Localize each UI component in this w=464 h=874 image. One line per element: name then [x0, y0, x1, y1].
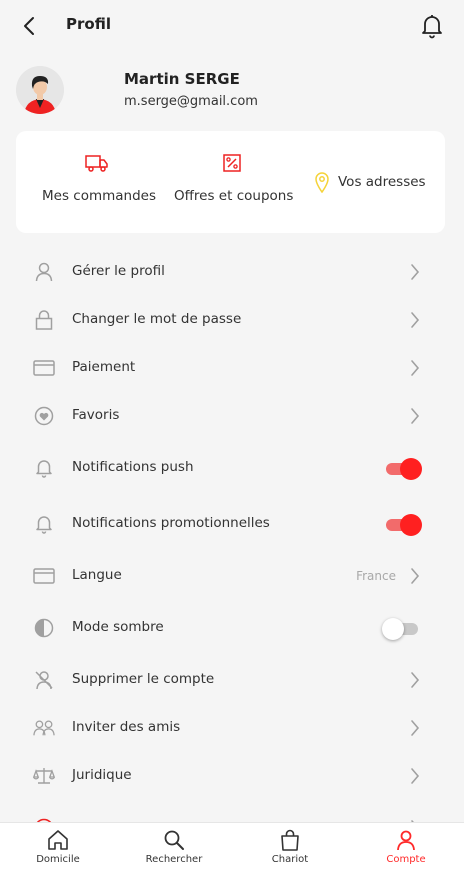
bell-icon	[422, 15, 442, 39]
menu-item-label: Juridique	[72, 767, 132, 783]
user-remove-icon	[33, 669, 55, 691]
heart-icon	[33, 405, 55, 427]
menu-item-promo-notifications: Notifications promotionnelles	[0, 500, 464, 548]
menu-item-payment[interactable]: Paiement	[0, 344, 464, 392]
promo-notifications-toggle[interactable]	[386, 512, 422, 536]
bell-icon	[33, 513, 55, 535]
orders-button[interactable]: Mes commandes	[42, 153, 156, 204]
menu-item-label: Supprimer le compte	[72, 671, 215, 687]
menu-item-label: Paiement	[72, 359, 136, 375]
nav-account[interactable]: Compte	[348, 823, 464, 874]
menu-item-delete-account[interactable]: Supprimer le compte	[0, 656, 464, 704]
menu-item-label: Notifications push	[72, 459, 194, 475]
chevron-right-icon	[411, 408, 420, 424]
nav-search[interactable]: Rechercher	[116, 823, 232, 874]
percent-icon	[223, 154, 241, 172]
back-button[interactable]	[18, 14, 40, 38]
addresses-button[interactable]: Vos adresses	[314, 171, 426, 193]
menu-item-label: Favoris	[72, 407, 120, 423]
menu-item-label: Changer le mot de passe	[72, 311, 242, 327]
chevron-right-icon	[411, 672, 420, 688]
user-icon	[33, 261, 55, 283]
dark-mode-toggle[interactable]	[382, 616, 418, 640]
nav-home[interactable]: Domicile	[0, 823, 116, 874]
bag-icon	[281, 829, 299, 851]
menu-item-favorites[interactable]: Favoris	[0, 392, 464, 440]
card-icon	[33, 357, 55, 379]
lock-icon	[33, 309, 55, 331]
user-email: m.serge@gmail.com	[124, 94, 258, 109]
chevron-right-icon	[411, 568, 420, 584]
menu-item-invite-friends[interactable]: Inviter des amis	[0, 704, 464, 752]
chevron-left-icon	[24, 17, 34, 35]
notifications-button[interactable]	[420, 13, 444, 39]
menu-item-label: Inviter des amis	[72, 719, 181, 735]
card-icon	[33, 565, 55, 587]
orders-label: Mes commandes	[42, 188, 156, 204]
user-icon	[397, 830, 415, 851]
top-bar: Profil	[0, 0, 464, 52]
location-pin-icon	[315, 172, 329, 193]
menu-item-legal[interactable]: Juridique	[0, 752, 464, 800]
scale-icon	[33, 765, 55, 787]
users-icon	[33, 717, 55, 739]
menu-item-push-notifications: Notifications push	[0, 444, 464, 492]
bell-icon	[33, 457, 55, 479]
menu-item-label: Notifications promotionnelles	[72, 515, 270, 531]
nav-cart-label: Chariot	[271, 854, 309, 865]
nav-home-label: Domicile	[36, 854, 80, 865]
truck-icon	[85, 155, 108, 172]
profile-header: Martin SERGE m.serge@gmail.com	[16, 66, 448, 118]
chevron-right-icon	[411, 768, 420, 784]
menu-item-label: Mode sombre	[72, 619, 164, 635]
page-title: Profil	[66, 15, 111, 33]
user-name: Martin SERGE	[124, 70, 240, 88]
search-icon	[164, 830, 184, 850]
menu-item-language[interactable]: Langue France	[0, 552, 464, 600]
home-icon	[48, 830, 68, 850]
avatar[interactable]	[16, 66, 64, 114]
chevron-right-icon	[411, 720, 420, 736]
chevron-right-icon	[411, 264, 420, 280]
bottom-navigation: Domicile Rechercher Chariot Compte	[0, 822, 464, 874]
menu-item-manage-profile[interactable]: Gérer le profil	[0, 248, 464, 296]
addresses-label: Vos adresses	[338, 174, 426, 190]
chevron-right-icon	[411, 312, 420, 328]
language-value: France	[356, 569, 396, 583]
offers-label: Offres et coupons	[174, 188, 294, 204]
menu-item-label: Langue	[72, 567, 122, 583]
nav-cart[interactable]: Chariot	[232, 823, 348, 874]
nav-search-label: Rechercher	[145, 854, 203, 865]
push-notifications-toggle[interactable]	[386, 456, 422, 480]
nav-account-label: Compte	[386, 854, 426, 865]
quick-actions-card: Mes commandes Offres et coupons Vos adre…	[16, 131, 445, 233]
offers-button[interactable]: Offres et coupons	[174, 153, 294, 204]
contrast-icon	[33, 617, 55, 639]
menu-item-dark-mode: Mode sombre	[0, 604, 464, 652]
chevron-right-icon	[411, 360, 420, 376]
menu-item-label: Gérer le profil	[72, 263, 165, 279]
menu-item-change-password[interactable]: Changer le mot de passe	[0, 296, 464, 344]
